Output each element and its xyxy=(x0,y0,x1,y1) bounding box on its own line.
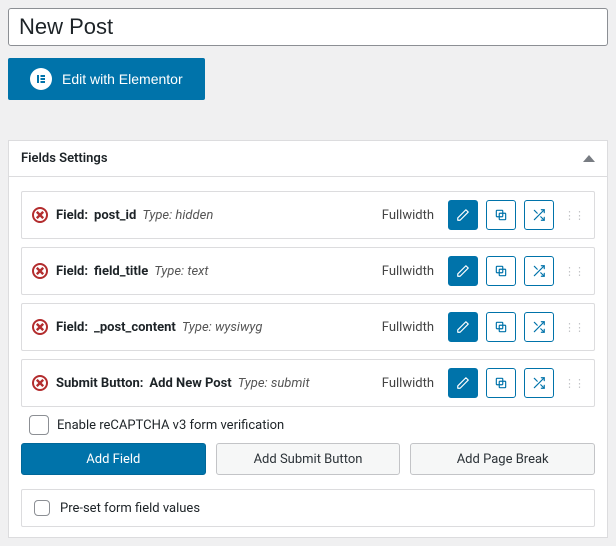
drag-handle-icon[interactable]: ⋮⋮ xyxy=(562,377,586,390)
duplicate-field-button[interactable] xyxy=(486,200,516,230)
recaptcha-checkbox[interactable] xyxy=(29,415,49,435)
duplicate-field-button[interactable] xyxy=(486,312,516,342)
preset-values-row[interactable]: Pre-set form field values xyxy=(21,489,595,527)
remove-field-button[interactable] xyxy=(32,263,48,279)
duplicate-field-button[interactable] xyxy=(486,256,516,286)
field-row: Field: _post_content Type: wysiwyg Fullwi… xyxy=(21,303,595,351)
edit-with-elementor-button[interactable]: Edit with Elementor xyxy=(8,58,205,100)
shuffle-field-button[interactable] xyxy=(524,256,554,286)
field-description: Field: _post_content Type: wysiwyg xyxy=(56,320,374,335)
edit-field-button[interactable] xyxy=(448,312,478,342)
shuffle-field-button[interactable] xyxy=(524,200,554,230)
preset-checkbox[interactable] xyxy=(34,500,50,516)
drag-handle-icon[interactable]: ⋮⋮ xyxy=(562,209,586,222)
chevron-up-icon xyxy=(583,155,595,162)
field-description: Submit Button: Add New Post Type: submit xyxy=(56,376,374,391)
remove-field-button[interactable] xyxy=(32,207,48,223)
add-submit-button[interactable]: Add Submit Button xyxy=(216,443,401,475)
field-description: Field: field_title Type: text xyxy=(56,264,374,279)
field-row: Field: field_title Type: text Fullwidth ⋮⋮ xyxy=(21,247,595,295)
add-page-break-button[interactable]: Add Page Break xyxy=(410,443,595,475)
add-field-button[interactable]: Add Field xyxy=(21,443,206,475)
panel-title: Fields Settings xyxy=(21,151,108,166)
remove-field-button[interactable] xyxy=(32,319,48,335)
fields-settings-panel: Fields Settings Field: post_id Type: hid… xyxy=(8,140,608,538)
field-row: Submit Button: Add New Post Type: submit… xyxy=(21,359,595,407)
edit-field-button[interactable] xyxy=(448,368,478,398)
remove-field-button[interactable] xyxy=(32,375,48,391)
edit-field-button[interactable] xyxy=(448,256,478,286)
field-description: Field: post_id Type: hidden xyxy=(56,208,374,223)
width-label: Fullwidth xyxy=(382,320,434,335)
width-label: Fullwidth xyxy=(382,264,434,279)
field-row: Field: post_id Type: hidden Fullwidth ⋮⋮ xyxy=(21,191,595,239)
fields-settings-header[interactable]: Fields Settings xyxy=(9,141,607,177)
drag-handle-icon[interactable]: ⋮⋮ xyxy=(562,321,586,334)
width-label: Fullwidth xyxy=(382,376,434,391)
duplicate-field-button[interactable] xyxy=(486,368,516,398)
shuffle-field-button[interactable] xyxy=(524,312,554,342)
post-title-input[interactable] xyxy=(8,8,608,46)
drag-handle-icon[interactable]: ⋮⋮ xyxy=(562,265,586,278)
shuffle-field-button[interactable] xyxy=(524,368,554,398)
preset-label: Pre-set form field values xyxy=(60,501,200,516)
elementor-icon xyxy=(30,68,52,90)
width-label: Fullwidth xyxy=(382,208,434,223)
elementor-button-label: Edit with Elementor xyxy=(62,71,183,87)
edit-field-button[interactable] xyxy=(448,200,478,230)
recaptcha-label: Enable reCAPTCHA v3 form verification xyxy=(57,418,284,433)
